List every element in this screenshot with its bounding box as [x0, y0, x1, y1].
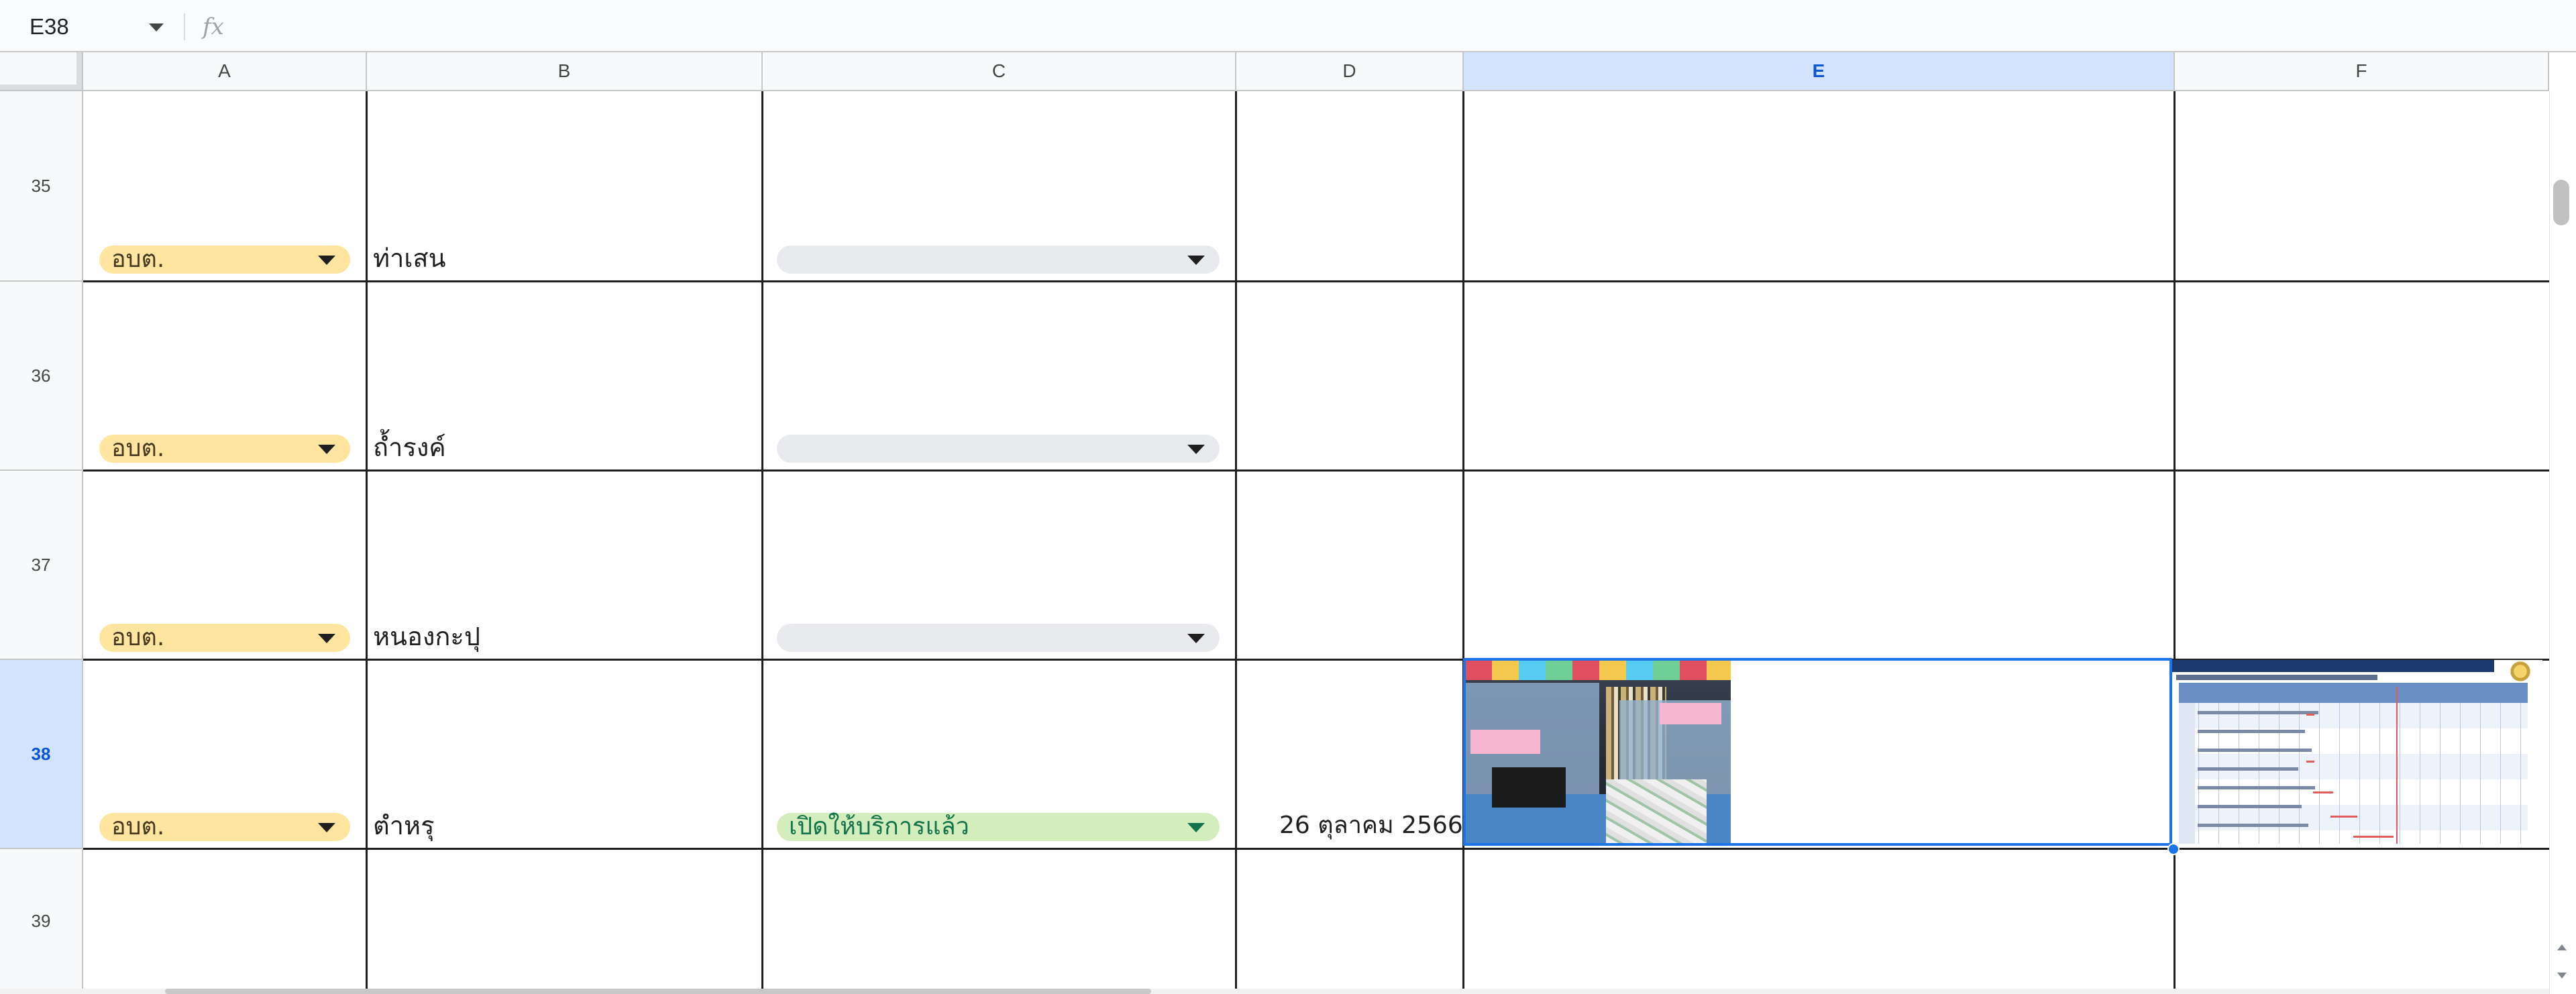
row-header-39[interactable]: 39	[0, 849, 83, 994]
row-border	[83, 280, 2549, 282]
status-dropdown-chip[interactable]: เปิดให้บริการแล้ว	[777, 813, 1220, 841]
column-header-a[interactable]: A	[83, 52, 367, 91]
name-box-dropdown-icon[interactable]	[149, 23, 164, 32]
vertical-scrollbar[interactable]	[2549, 91, 2576, 994]
chip-label: อบต.	[111, 624, 165, 651]
type-dropdown-chip[interactable]: อบต.	[99, 435, 350, 463]
column-header-c[interactable]: C	[763, 52, 1236, 91]
active-cell-selection	[1463, 658, 2172, 846]
cell-b35[interactable]: ท่าเสน	[373, 243, 446, 274]
column-border	[1462, 91, 1464, 989]
status-dropdown-chip[interactable]	[777, 245, 1220, 274]
row-header-35[interactable]: 35	[0, 91, 83, 282]
schedule-document-thumbnail[interactable]	[2172, 660, 2542, 844]
dropdown-arrow-icon[interactable]	[1187, 823, 1205, 832]
scroll-down-arrow-icon[interactable]	[2557, 973, 2567, 979]
status-dropdown-chip[interactable]	[777, 624, 1220, 652]
formula-bar: E38 fx	[0, 0, 2576, 52]
column-header-e[interactable]: E	[1464, 52, 2175, 91]
emblem-icon	[2508, 661, 2533, 681]
dropdown-arrow-icon[interactable]	[1187, 634, 1205, 643]
row-border	[83, 470, 2549, 472]
row-header-38[interactable]: 38	[0, 660, 83, 849]
dropdown-arrow-icon[interactable]	[1187, 445, 1205, 454]
cell-b36[interactable]: ถ้ำรงค์	[373, 432, 446, 463]
chip-label: เปิดให้บริการแล้ว	[789, 813, 969, 840]
row-header-36[interactable]: 36	[0, 282, 83, 471]
type-dropdown-chip[interactable]: อบต.	[99, 624, 350, 652]
row-header-37[interactable]: 37	[0, 471, 83, 660]
vertical-scroll-thumb[interactable]	[2553, 180, 2569, 225]
scroll-up-arrow-icon[interactable]	[2557, 944, 2567, 950]
column-border	[761, 91, 763, 989]
cell-d38[interactable]: 26 ตุลาคม 2566	[1279, 810, 1463, 841]
column-header-f[interactable]: F	[2175, 52, 2549, 91]
name-box[interactable]: E38	[30, 0, 69, 52]
chip-label: อบต.	[111, 245, 165, 273]
freeze-handle-horizontal[interactable]	[0, 85, 82, 90]
column-header-d[interactable]: D	[1236, 52, 1464, 91]
dropdown-arrow-icon[interactable]	[1187, 256, 1205, 265]
status-dropdown-chip[interactable]	[777, 435, 1220, 463]
horizontal-scroll-thumb[interactable]	[165, 989, 1151, 994]
column-header-b[interactable]: B	[367, 52, 763, 91]
formula-bar-divider	[184, 13, 185, 40]
cell-grid[interactable]: อบต. ท่าเสน อบต. ถ้ำรงค์ อบต. หนองกะปุ อ…	[83, 91, 2549, 989]
cell-b38[interactable]: ตำหรุ	[373, 810, 434, 841]
column-border	[1235, 91, 1237, 989]
dropdown-arrow-icon[interactable]	[318, 256, 335, 265]
dropdown-arrow-icon[interactable]	[318, 634, 335, 643]
select-all-corner[interactable]	[0, 52, 83, 91]
fill-handle[interactable]	[2167, 843, 2180, 855]
dropdown-arrow-icon[interactable]	[318, 445, 335, 454]
chip-label: อบต.	[111, 813, 165, 840]
type-dropdown-chip[interactable]: อบต.	[99, 813, 350, 841]
column-border	[366, 91, 368, 989]
type-dropdown-chip[interactable]: อบต.	[99, 245, 350, 274]
chip-label: อบต.	[111, 435, 165, 462]
cell-b37[interactable]: หนองกะปุ	[373, 621, 480, 652]
dropdown-arrow-icon[interactable]	[318, 823, 335, 832]
fx-icon: fx	[203, 13, 224, 40]
